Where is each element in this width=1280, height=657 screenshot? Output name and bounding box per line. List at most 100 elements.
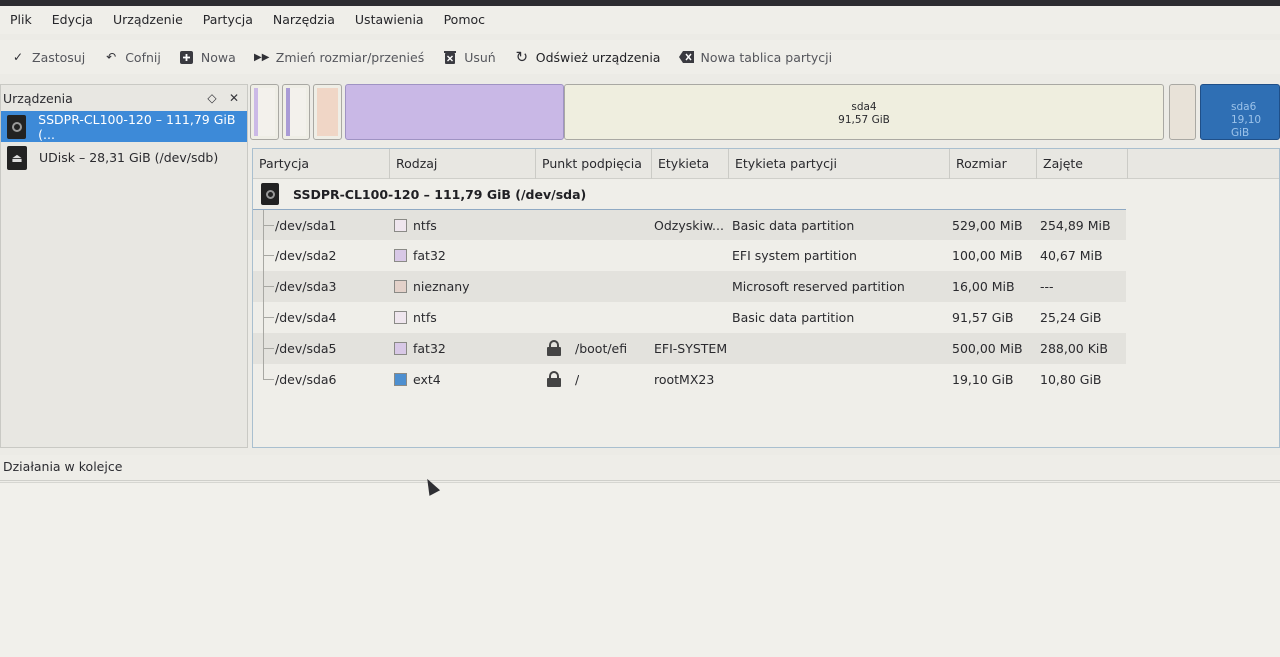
apply-label: Zastosuj — [32, 49, 86, 65]
fs-color-swatch — [394, 342, 407, 355]
undo-button[interactable]: ↶ Cofnij — [93, 42, 169, 72]
cell-size: 91,57 GiB — [952, 310, 1014, 325]
cell-partition-label: Microsoft reserved partition — [732, 279, 905, 294]
refresh-icon: ↻ — [515, 48, 529, 66]
column-used[interactable]: Zajęte — [1037, 149, 1128, 179]
clear-icon — [678, 49, 694, 65]
cell-partition: /dev/sda5 — [275, 341, 337, 356]
segment-size: 91,57 GiB — [838, 114, 890, 126]
new-partition-button[interactable]: Nowa — [169, 42, 244, 72]
cell-type: ext4 — [413, 372, 441, 387]
disk-row[interactable]: SSDPR-CL100-120 – 111,79 GiB (/dev/sda) — [253, 179, 1279, 209]
new-partition-table-label: Nowa tablica partycji — [700, 49, 833, 65]
tree-line — [263, 271, 275, 302]
menu-partition[interactable]: Partycja — [193, 6, 263, 34]
undo-icon: ↶ — [106, 50, 117, 64]
device-label: UDisk – 28,31 GiB (/dev/sdb) — [39, 150, 219, 165]
partition-segment-sda5[interactable] — [1169, 84, 1196, 140]
cell-size: 16,00 MiB — [952, 279, 1015, 294]
partition-segment-sda1[interactable] — [250, 84, 279, 140]
table-row[interactable]: /dev/sda1 ntfs Odzyskiw... Basic data pa… — [253, 209, 1126, 241]
cell-type: nieznany — [413, 279, 470, 294]
toolbar: ✓ Zastosuj ↶ Cofnij Nowa ▶▶ Zmień rozmia… — [0, 40, 1280, 74]
partition-map: sda4 91,57 GiB sda6 19,10 GiB — [250, 82, 1280, 142]
delete-button[interactable]: Usuń — [432, 42, 504, 72]
segment-name: sda4 — [851, 101, 877, 113]
cell-type: fat32 — [413, 341, 446, 356]
cell-size: 19,10 GiB — [952, 372, 1014, 387]
partition-segment-sda2[interactable] — [282, 84, 310, 140]
new-partition-table-button[interactable]: Nowa tablica partycji — [668, 42, 840, 72]
refresh-devices-label: Odśwież urządzenia — [535, 49, 661, 65]
tree-line — [263, 210, 275, 241]
menu-file[interactable]: Plik — [0, 6, 42, 34]
tree-line — [263, 364, 275, 380]
device-item-usb[interactable]: ⏏ UDisk – 28,31 GiB (/dev/sdb) — [1, 142, 247, 173]
partition-segment-sda4-used[interactable] — [345, 84, 564, 140]
add-icon — [179, 49, 195, 65]
ssd-disk-icon — [261, 183, 279, 205]
devices-header: Urządzenia ◇ ✕ — [1, 85, 247, 111]
cell-label: EFI-SYSTEM — [654, 341, 728, 356]
fs-color-swatch — [394, 311, 407, 324]
partition-segment-label: sda6 19,10 GiB — [1231, 101, 1279, 140]
menu-help[interactable]: Pomoc — [434, 6, 495, 34]
delete-label: Usuń — [464, 49, 496, 65]
partition-table: Partycja Rodzaj Punkt podpięcia Etykieta… — [252, 148, 1280, 448]
cell-label: rootMX23 — [654, 372, 715, 387]
cell-size: 529,00 MiB — [952, 218, 1023, 233]
cell-type: ntfs — [413, 218, 437, 233]
fs-color-swatch — [394, 249, 407, 262]
partition-segment-sda3[interactable] — [313, 84, 342, 140]
device-item-ssd[interactable]: SSDPR-CL100-120 – 111,79 GiB (... — [1, 111, 247, 142]
ssd-disk-icon — [7, 114, 27, 139]
fs-color-swatch — [394, 219, 407, 232]
cell-used: 10,80 GiB — [1040, 372, 1102, 387]
cell-partition: /dev/sda3 — [275, 279, 337, 294]
tree-line — [263, 333, 275, 364]
table-row[interactable]: /dev/sda3 nieznany Microsoft reserved pa… — [253, 271, 1126, 302]
partition-segment-sda4[interactable]: sda4 91,57 GiB — [564, 84, 1164, 140]
pending-operations-title: Działania w kolejce — [0, 455, 1280, 481]
usb-drive-icon: ⏏ — [7, 145, 27, 170]
float-panel-icon[interactable]: ◇ — [201, 91, 223, 105]
resize-move-button[interactable]: ▶▶ Zmień rozmiar/przenieś — [244, 42, 432, 72]
apply-button[interactable]: ✓ Zastosuj — [0, 42, 93, 72]
cell-partition: /dev/sda2 — [275, 248, 337, 263]
fs-color-swatch — [394, 373, 407, 386]
menu-device[interactable]: Urządzenie — [103, 6, 193, 34]
table-row[interactable]: /dev/sda6 ext4 / rootMX23 19,10 GiB 10,8… — [253, 364, 1126, 395]
partition-rows: /dev/sda1 ntfs Odzyskiw... Basic data pa… — [253, 209, 1279, 395]
column-mountpoint[interactable]: Punkt podpięcia — [536, 149, 652, 179]
column-label[interactable]: Etykieta — [652, 149, 729, 179]
table-header: Partycja Rodzaj Punkt podpięcia Etykieta… — [253, 149, 1279, 179]
fast-forward-icon: ▶▶ — [254, 51, 270, 63]
resize-move-label: Zmień rozmiar/przenieś — [275, 49, 425, 65]
close-icon[interactable]: ✕ — [223, 91, 245, 105]
partition-segment-sda6[interactable]: sda6 19,10 GiB — [1200, 84, 1280, 140]
column-size[interactable]: Rozmiar — [950, 149, 1037, 179]
table-row[interactable]: /dev/sda5 fat32 /boot/efi EFI-SYSTEM 500… — [253, 333, 1126, 364]
refresh-devices-button[interactable]: ↻ Odśwież urządzenia — [504, 42, 669, 72]
segment-size: 19,10 GiB — [1231, 114, 1262, 139]
cell-used: 254,89 MiB — [1040, 218, 1111, 233]
disk-label: SSDPR-CL100-120 – 111,79 GiB (/dev/sda) — [293, 186, 587, 202]
table-row[interactable]: /dev/sda4 ntfs Basic data partition 91,5… — [253, 302, 1126, 333]
lock-icon — [546, 371, 562, 387]
cell-used: 40,67 MiB — [1040, 248, 1103, 263]
cell-size: 100,00 MiB — [952, 248, 1023, 263]
menu-settings[interactable]: Ustawienia — [345, 6, 434, 34]
menu-tools[interactable]: Narzędzia — [263, 6, 345, 34]
table-row[interactable]: /dev/sda2 fat32 EFI system partition 100… — [253, 240, 1126, 271]
column-partition-label[interactable]: Etykieta partycji — [729, 149, 950, 179]
cell-used: 288,00 KiB — [1040, 341, 1108, 356]
column-type[interactable]: Rodzaj — [390, 149, 536, 179]
lock-icon — [546, 340, 562, 356]
device-label: SSDPR-CL100-120 – 111,79 GiB (... — [38, 111, 236, 142]
cell-partition-label: Basic data partition — [732, 310, 855, 325]
menu-edit[interactable]: Edycja — [42, 6, 103, 34]
cell-used: 25,24 GiB — [1040, 310, 1102, 325]
new-partition-label: Nowa — [200, 49, 236, 65]
column-partition[interactable]: Partycja — [253, 149, 390, 179]
cell-used: --- — [1040, 279, 1054, 294]
